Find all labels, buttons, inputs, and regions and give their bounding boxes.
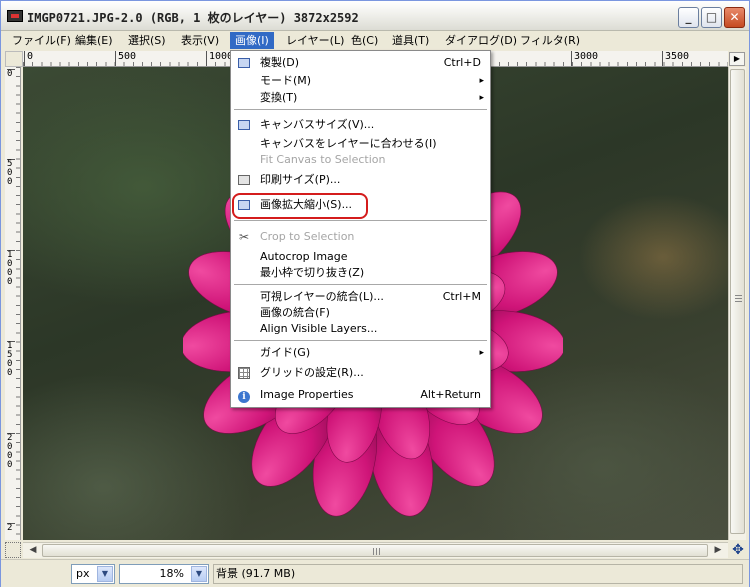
unit-select[interactable]: px ▼	[71, 564, 115, 584]
menu-item-align-visible-layers[interactable]: Align Visible Layers...	[232, 320, 489, 338]
menu-tools[interactable]: 道具(T)	[387, 32, 434, 49]
menu-image[interactable]: 画像(I)	[230, 32, 274, 49]
menu-file[interactable]: ファイル(F)	[7, 32, 76, 49]
ruler-corner[interactable]	[5, 51, 23, 67]
submenu-arrow-icon: ▸	[479, 76, 484, 86]
crop-icon: ✂	[238, 230, 250, 244]
gimp-app-icon[interactable]	[7, 10, 23, 22]
menu-bar: ファイル(F) 編集(E) 選択(S) 表示(V) 画像(I) レイヤー(L) …	[1, 31, 749, 50]
v-ruler-label: 1500	[7, 341, 15, 378]
status-message: 背景 (91.7 MB)	[213, 564, 743, 584]
menu-item-configure-grid[interactable]: グリッドの設定(R)...	[232, 364, 489, 382]
menu-separator	[234, 340, 487, 341]
print-size-icon	[237, 173, 251, 187]
menu-dialogs[interactable]: ダイアログ(D)	[440, 32, 522, 49]
close-button[interactable]: ✕	[724, 7, 745, 28]
zoom-select[interactable]: 18% ▼	[119, 564, 209, 584]
h-ruler-label: 500	[115, 51, 136, 66]
maximize-button[interactable]: □	[701, 7, 722, 28]
horizontal-scrollbar[interactable]: ◀ ▶	[23, 542, 728, 558]
menu-filters[interactable]: フィルタ(R)	[515, 32, 585, 49]
menu-view[interactable]: 表示(V)	[176, 32, 224, 49]
menu-separator	[234, 284, 487, 285]
h-ruler-label: 3000	[571, 51, 598, 66]
v-ruler-label: 1000	[7, 250, 15, 287]
image-menu-arrow-button[interactable]: ▶	[729, 52, 745, 66]
menu-layer[interactable]: レイヤー(L)	[281, 32, 349, 49]
scroll-right-icon[interactable]: ▶	[710, 543, 726, 558]
scroll-grip	[735, 295, 742, 303]
menu-item-crop-to-selection[interactable]: ✂ Crop to Selection	[232, 228, 489, 246]
v-ruler-label: 0	[7, 69, 15, 79]
vertical-scroll-thumb[interactable]	[730, 69, 745, 534]
menu-colors[interactable]: 色(C)	[346, 32, 383, 49]
canvas-size-icon	[237, 118, 251, 132]
unit-value: px	[76, 567, 90, 580]
chevron-down-icon[interactable]: ▼	[97, 566, 113, 582]
image-menu-dropdown: 複製(D) Ctrl+D モード(M) ▸ 変換(T) ▸ キャンバスサイズ(V…	[230, 50, 491, 408]
scale-image-icon	[237, 198, 251, 212]
h-ruler-label: 0	[24, 51, 33, 66]
vertical-ruler[interactable]: 0 500 1000 1500 2000 2	[5, 67, 21, 540]
navigate-icon[interactable]: ✥	[730, 542, 746, 558]
h-ruler-label: 3500	[662, 51, 689, 66]
menu-edit[interactable]: 編集(E)	[70, 32, 118, 49]
menu-item-duplicate[interactable]: 複製(D) Ctrl+D	[232, 54, 489, 72]
menu-select[interactable]: 選択(S)	[123, 32, 171, 49]
v-ruler-label: 2	[7, 523, 15, 533]
scroll-left-icon[interactable]: ◀	[25, 543, 41, 558]
v-ruler-label: 500	[7, 159, 15, 187]
window-title: IMGP0721.JPG-2.0 (RGB, 1 枚のレイヤー) 3872x25…	[27, 11, 359, 25]
title-bar[interactable]: IMGP0721.JPG-2.0 (RGB, 1 枚のレイヤー) 3872x25…	[1, 1, 749, 31]
menu-item-fit-canvas-to-selection[interactable]: Fit Canvas to Selection	[232, 151, 489, 169]
info-icon: i	[237, 388, 251, 403]
horizontal-scroll-thumb[interactable]	[42, 544, 708, 557]
quick-mask-toggle[interactable]	[5, 542, 21, 558]
vertical-ruler-ticks	[16, 67, 20, 540]
scroll-grip	[373, 548, 381, 555]
submenu-arrow-icon: ▸	[479, 348, 484, 358]
submenu-arrow-icon: ▸	[479, 93, 484, 103]
menu-item-scale-image[interactable]: 画像拡大縮小(S)...	[232, 196, 489, 214]
image-window: IMGP0721.JPG-2.0 (RGB, 1 枚のレイヤー) 3872x25…	[0, 0, 750, 587]
zoom-value: 18%	[159, 567, 184, 580]
minimize-button[interactable]: _	[678, 7, 699, 28]
menu-item-print-size[interactable]: 印刷サイズ(P)...	[232, 171, 489, 189]
menu-item-image-properties[interactable]: i Image Properties Alt+Return	[232, 386, 489, 404]
v-ruler-label: 2000	[7, 433, 15, 470]
grid-icon	[237, 366, 251, 380]
menu-item-zealous-crop[interactable]: 最小枠で切り抜き(Z)	[232, 264, 489, 282]
menu-item-mode[interactable]: モード(M) ▸	[232, 72, 489, 90]
vertical-scrollbar[interactable]	[728, 67, 746, 540]
menu-item-canvas-size[interactable]: キャンバスサイズ(V)...	[232, 116, 489, 134]
chevron-down-icon[interactable]: ▼	[191, 566, 207, 582]
status-bar: px ▼ 18% ▼ 背景 (91.7 MB)	[1, 559, 749, 587]
duplicate-icon	[237, 56, 251, 70]
menu-separator	[234, 220, 487, 221]
menu-separator	[234, 109, 487, 110]
menu-item-guides[interactable]: ガイド(G) ▸	[232, 344, 489, 362]
menu-item-transform[interactable]: 変換(T) ▸	[232, 89, 489, 107]
